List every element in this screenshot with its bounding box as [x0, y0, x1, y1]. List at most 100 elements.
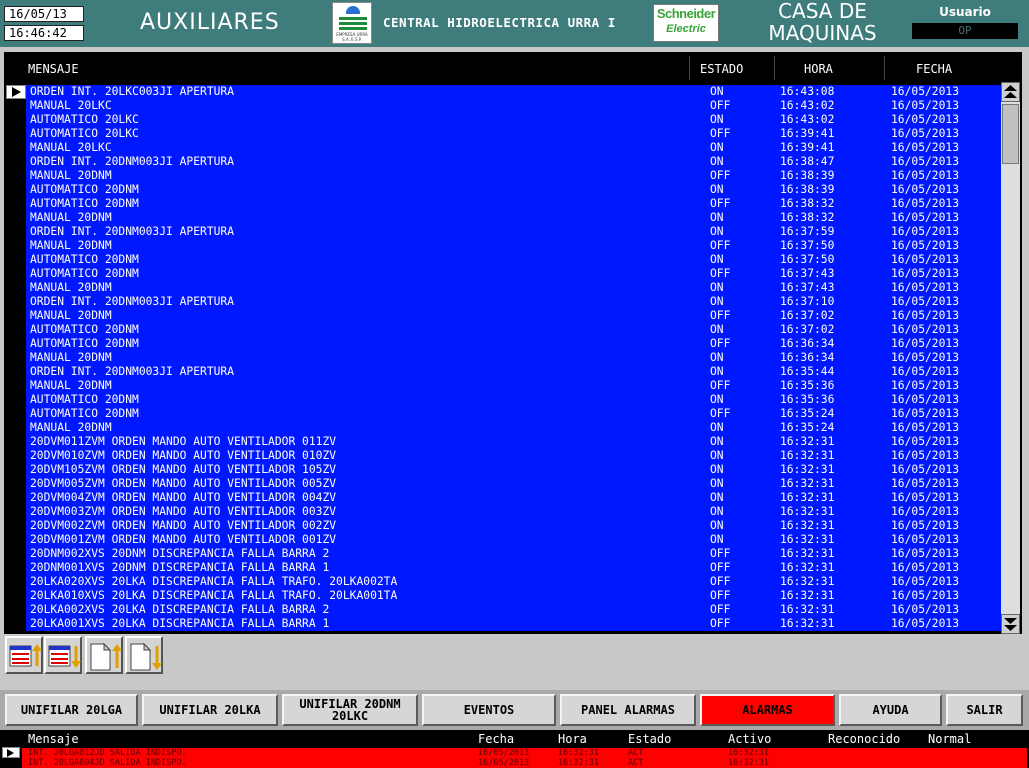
scroll-up-button[interactable] — [1001, 82, 1020, 102]
alarm-col-hora[interactable]: Hora — [558, 732, 587, 746]
event-estado: ON — [710, 113, 724, 126]
event-row[interactable]: 20LKA010XVS 20LKA DISCREPANCIA FALLA TRA… — [26, 589, 1001, 603]
alarm-col-mensaje[interactable]: Mensaje — [28, 732, 79, 746]
event-row[interactable]: 20DVM004ZVM ORDEN MANDO AUTO VENTILADOR … — [26, 491, 1001, 505]
event-row[interactable]: MANUAL 20DNM OFF 16:35:36 16/05/2013 — [26, 379, 1001, 393]
scroll-down-button[interactable] — [1001, 614, 1020, 634]
alarm-col-activo[interactable]: Activo — [728, 732, 771, 746]
event-hora: 16:32:31 — [780, 505, 835, 518]
event-row[interactable]: 20DVM105ZVM ORDEN MANDO AUTO VENTILADOR … — [26, 463, 1001, 477]
page-down-button[interactable] — [125, 636, 163, 674]
event-mensaje: MANUAL 20DNM — [30, 281, 112, 294]
event-row[interactable]: AUTOMATICO 20DNM OFF 16:35:24 16/05/2013 — [26, 407, 1001, 421]
col-fecha[interactable]: FECHA — [916, 62, 952, 76]
row-pointer-icon[interactable] — [6, 85, 26, 99]
event-row[interactable]: ORDEN INT. 20DNM003JI APERTURA ON 16:35:44… — [26, 365, 1001, 379]
event-mensaje: 20DVM011ZVM ORDEN MANDO AUTO VENTILADOR … — [30, 435, 337, 448]
event-row[interactable]: 20DNM001XVS 20DNM DISCREPANCIA FALLA BAR… — [26, 561, 1001, 575]
event-row[interactable]: 20DVM010ZVM ORDEN MANDO AUTO VENTILADOR … — [26, 449, 1001, 463]
event-mensaje: MANUAL 20DNM — [30, 211, 112, 224]
event-fecha: 16/05/2013 — [891, 407, 960, 420]
events-scrollbar[interactable] — [1001, 82, 1020, 634]
panel-alarmas-button[interactable]: PANEL ALARMAS — [560, 694, 696, 726]
event-row[interactable]: AUTOMATICO 20DNM ON 16:37:50 16/05/2013 — [26, 253, 1001, 267]
event-row[interactable]: AUTOMATICO 20DNM OFF 16:36:34 16/05/2013 — [26, 337, 1001, 351]
event-row[interactable]: MANUAL 20DNM ON 16:38:32 16/05/2013 — [26, 211, 1001, 225]
salir-button[interactable]: SALIR — [946, 694, 1023, 726]
event-row[interactable]: AUTOMATICO 20LKC OFF 16:39:41 16/05/2013 — [26, 127, 1001, 141]
event-row[interactable]: AUTOMATICO 20DNM OFF 16:37:43 16/05/2013 — [26, 267, 1001, 281]
events-table-header: MENSAJE ESTADO HORA FECHA — [4, 52, 1022, 83]
ayuda-button[interactable]: AYUDA — [839, 694, 942, 726]
event-row[interactable]: MANUAL 20DNM ON 16:37:43 16/05/2013 — [26, 281, 1001, 295]
event-hora: 16:32:31 — [780, 463, 835, 476]
alarm-col-estado[interactable]: Estado — [628, 732, 671, 746]
event-mensaje: 20LKA002XVS 20LKA DISCREPANCIA FALLA BAR… — [30, 603, 330, 616]
event-row[interactable]: MANUAL 20DNM ON 16:35:24 16/05/2013 — [26, 421, 1001, 435]
alarm-row[interactable]: INT. 20LGA004JD SALIDA INDISPO. 16/05/20… — [22, 758, 1027, 768]
event-hora: 16:32:31 — [780, 547, 835, 560]
event-row[interactable]: 20DVM011ZVM ORDEN MANDO AUTO VENTILADOR … — [26, 435, 1001, 449]
event-estado: ON — [710, 533, 724, 546]
scroll-table-down-button[interactable] — [44, 636, 82, 674]
col-mensaje[interactable]: MENSAJE — [28, 62, 79, 76]
event-row[interactable]: MANUAL 20DNM OFF 16:38:39 16/05/2013 — [26, 169, 1001, 183]
event-estado: ON — [710, 505, 724, 518]
event-row[interactable]: MANUAL 20LKC OFF 16:43:02 16/05/2013 — [26, 99, 1001, 113]
column-divider — [774, 56, 775, 80]
event-row[interactable]: ORDEN INT. 20DNM003JI APERTURA ON 16:37:10… — [26, 295, 1001, 309]
event-row[interactable]: 20LKA020XVS 20LKA DISCREPANCIA FALLA TRA… — [26, 575, 1001, 589]
event-row[interactable]: 20DNM002XVS 20DNM DISCREPANCIA FALLA BAR… — [26, 547, 1001, 561]
event-row[interactable]: AUTOMATICO 20DNM OFF 16:38:32 16/05/2013 — [26, 197, 1001, 211]
alarm-pointer-icon[interactable] — [2, 747, 20, 758]
event-row[interactable]: ORDEN INT. 20DNM003JI APERTURA ON 16:38:47… — [26, 155, 1001, 169]
scroll-table-up-button[interactable] — [5, 636, 43, 674]
event-row[interactable]: ORDEN INT. 20DNM003JI APERTURA ON 16:37:59… — [26, 225, 1001, 239]
event-hora: 16:39:41 — [780, 127, 835, 140]
col-hora[interactable]: HORA — [804, 62, 833, 76]
page-up-button[interactable] — [85, 636, 123, 674]
event-row[interactable]: ORDEN INT. 20LKC003JI APERTURA ON 16:43:08… — [26, 85, 1001, 99]
event-row[interactable]: AUTOMATICO 20DNM ON 16:38:39 16/05/2013 — [26, 183, 1001, 197]
unifilar-20dnm-20lkc-button[interactable]: UNIFILAR 20DNM 20LKC — [282, 694, 418, 726]
event-row[interactable]: 20DVM002ZVM ORDEN MANDO AUTO VENTILADOR … — [26, 519, 1001, 533]
alarm-col-fecha[interactable]: Fecha — [478, 732, 514, 746]
alarm-col-reconocido[interactable]: Reconocido — [828, 732, 900, 746]
event-row[interactable]: MANUAL 20DNM OFF 16:37:02 16/05/2013 — [26, 309, 1001, 323]
user-field[interactable]: OP — [912, 23, 1018, 39]
event-row[interactable]: MANUAL 20LKC ON 16:39:41 16/05/2013 — [26, 141, 1001, 155]
event-estado: OFF — [710, 617, 731, 630]
event-row[interactable]: MANUAL 20DNM ON 16:36:34 16/05/2013 — [26, 351, 1001, 365]
col-estado[interactable]: ESTADO — [700, 62, 743, 76]
event-row[interactable]: AUTOMATICO 20LKC ON 16:43:02 16/05/2013 — [26, 113, 1001, 127]
alarm-fecha: 16/05/2013 — [478, 748, 530, 758]
alarm-row[interactable]: INT. 20LGA012JD SALIDA INDISPO. 16/05/20… — [22, 748, 1027, 758]
events-list[interactable]: ORDEN INT. 20LKC003JI APERTURA ON 16:43:08… — [26, 85, 1001, 631]
event-mensaje: AUTOMATICO 20DNM — [30, 393, 139, 406]
event-mensaje: ORDEN INT. 20DNM003JI APERTURA — [30, 155, 235, 168]
event-row[interactable]: 20LKA001XVS 20LKA DISCREPANCIA FALLA BAR… — [26, 617, 1001, 631]
event-fecha: 16/05/2013 — [891, 253, 960, 266]
alarmas-button[interactable]: ALARMAS — [700, 694, 835, 726]
eventos-button[interactable]: EVENTOS — [422, 694, 556, 726]
event-hora: 16:37:02 — [780, 309, 835, 322]
event-row[interactable]: 20DVM001ZVM ORDEN MANDO AUTO VENTILADOR … — [26, 533, 1001, 547]
event-row[interactable]: AUTOMATICO 20DNM ON 16:37:02 16/05/2013 — [26, 323, 1001, 337]
alarm-col-normal[interactable]: Normal — [928, 732, 971, 746]
event-mensaje: AUTOMATICO 20LKC — [30, 113, 139, 126]
event-row[interactable]: MANUAL 20DNM OFF 16:37:50 16/05/2013 — [26, 239, 1001, 253]
event-estado: OFF — [710, 379, 731, 392]
event-estado: OFF — [710, 547, 731, 560]
event-row[interactable]: 20DVM003ZVM ORDEN MANDO AUTO VENTILADOR … — [26, 505, 1001, 519]
event-row[interactable]: 20DVM005ZVM ORDEN MANDO AUTO VENTILADOR … — [26, 477, 1001, 491]
unifilar-20lka-button[interactable]: UNIFILAR 20LKA — [142, 694, 278, 726]
event-row[interactable]: AUTOMATICO 20DNM ON 16:35:36 16/05/2013 — [26, 393, 1001, 407]
event-hora: 16:43:02 — [780, 99, 835, 112]
unifilar-20lga-button[interactable]: UNIFILAR 20LGA — [5, 694, 138, 726]
event-estado: ON — [710, 435, 724, 448]
event-row[interactable]: 20LKA002XVS 20LKA DISCREPANCIA FALLA BAR… — [26, 603, 1001, 617]
header-bar: 16/05/13 16:46:42 AUXILIARES EMPRESA URR… — [0, 0, 1029, 47]
alarm-estado: ACT — [628, 758, 644, 768]
scroll-thumb[interactable] — [1002, 104, 1019, 164]
event-hora: 16:32:31 — [780, 435, 835, 448]
